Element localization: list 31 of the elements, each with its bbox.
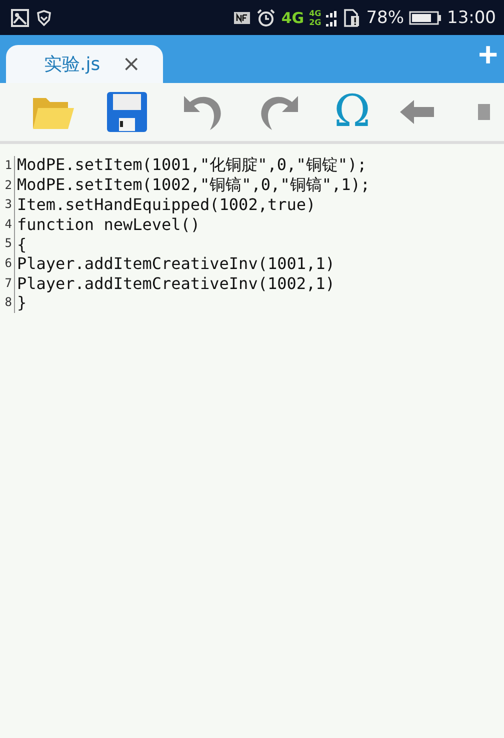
save-icon[interactable] (106, 91, 148, 133)
nfc-icon (233, 10, 252, 26)
line-number: 6 (0, 254, 15, 274)
clock-time: 13:00 (447, 8, 496, 28)
line-number: 7 (0, 274, 15, 294)
line-number: 3 (0, 195, 15, 215)
line-number: 1 (0, 156, 15, 176)
signal-label: 2G (309, 18, 322, 26)
line-number: 8 (0, 293, 15, 313)
line-number: 5 (0, 234, 15, 254)
battery-icon (409, 10, 442, 26)
code-line: } (16, 293, 27, 312)
network-type: 4G (281, 8, 304, 26)
code-line: { (16, 234, 27, 254)
file-tab[interactable]: 实验.js × (6, 45, 163, 83)
code-line: Player.addItemCreativeInv(1001,1) (16, 254, 335, 274)
code-line: ModPE.setItem(1002,"铜镐",0,"铜镐",1); (16, 174, 370, 196)
shield-icon (35, 8, 53, 26)
tab-label: 实验.js (44, 53, 100, 76)
sim-card-icon (343, 8, 362, 28)
gallery-icon (10, 8, 30, 28)
line-number: 4 (0, 214, 15, 234)
signal-label: 4G (309, 8, 322, 18)
code-line: function newLevel() (16, 215, 200, 234)
code-line: Item.setHandEquipped(1002,true) (16, 195, 316, 214)
code-line: ModPE.setItem(1001,"化铜腚",0,"铜锭"); (16, 155, 367, 176)
line-number: 2 (0, 176, 15, 196)
code-line: Player.addItemCreativeInv(1002,1) (16, 274, 335, 293)
close-tab-button[interactable]: × (122, 52, 141, 76)
alarm-icon (256, 8, 276, 28)
battery-percent: 78% (366, 8, 404, 28)
